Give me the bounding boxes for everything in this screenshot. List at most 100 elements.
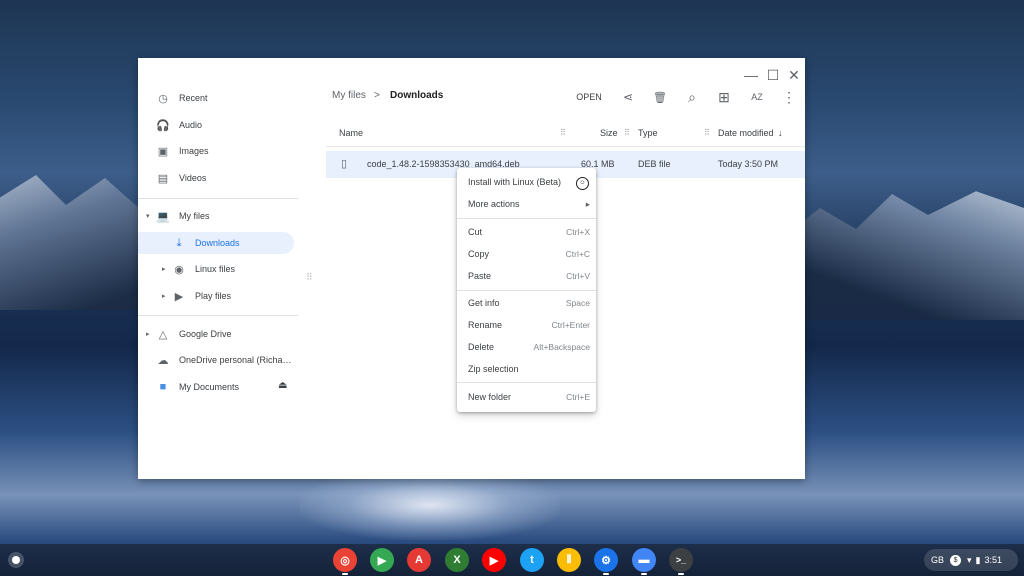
menu-item-rename[interactable]: Rename Ctrl+Enter xyxy=(457,314,596,336)
status-tray[interactable]: GB $ ▾ ▮ 3:51 xyxy=(924,549,1018,571)
column-resize-handle[interactable]: ⠿ xyxy=(704,128,710,137)
open-button[interactable]: OPEN xyxy=(572,86,606,108)
menu-item-label: Zip selection xyxy=(468,364,519,374)
sidebar-item-label: Recent xyxy=(179,93,208,103)
column-date-modified[interactable]: Date modified xyxy=(718,128,774,138)
sidebar-item-my-files[interactable]: 💻 My files xyxy=(156,205,209,227)
files-icon[interactable]: ▬ xyxy=(632,548,656,572)
expand-arrow-icon[interactable]: ▸ xyxy=(162,292,166,300)
folder-icon: ■ xyxy=(159,381,167,393)
keyboard-layout-indicator: GB xyxy=(931,555,945,565)
grid-view-icon[interactable]: ⊞ xyxy=(713,86,735,108)
file-icon: ▯ xyxy=(341,158,348,170)
menu-item-get-info[interactable]: Get info Space xyxy=(457,292,596,314)
menu-item-label: Get info xyxy=(468,298,500,308)
mouse-cursor-icon: ☺ xyxy=(576,177,589,190)
menu-item-label: Delete xyxy=(468,342,495,352)
eject-icon[interactable]: ⏏ xyxy=(278,380,287,391)
sidebar-item-label: Play files xyxy=(195,291,232,301)
menu-item-shortcut: Space xyxy=(565,298,590,308)
sidebar-item-onedrive[interactable]: ☁ OneDrive personal (Richa… xyxy=(156,349,292,371)
sidebar-divider xyxy=(138,198,298,199)
menu-item-paste[interactable]: Paste Ctrl+V xyxy=(457,265,596,287)
sidebar-resize-handle[interactable]: ⠿ xyxy=(306,272,313,283)
sort-icon[interactable]: AZ xyxy=(746,86,768,108)
sidebar-item-label: Images xyxy=(179,146,209,156)
sidebar-item-label: Videos xyxy=(179,173,207,183)
expand-arrow-icon[interactable]: ▸ xyxy=(146,330,150,338)
sidebar-item-videos[interactable]: ▤ Videos xyxy=(156,167,207,189)
wallpaper-lake-reflection xyxy=(300,470,560,540)
sidebar-divider xyxy=(138,315,298,316)
sidebar-item-label: Linux files xyxy=(195,264,236,274)
breadcrumb-current: Downloads xyxy=(390,90,444,101)
breadcrumb-my-files[interactable]: My files xyxy=(332,90,366,101)
terminal-icon[interactable]: >_ xyxy=(669,548,693,572)
laptop-icon: 💻 xyxy=(156,210,170,223)
context-menu: Install with Linux (Beta) More actions ▸… xyxy=(457,168,596,412)
sidebar-item-linux-files[interactable]: ◉ Linux files xyxy=(172,258,235,280)
close-button[interactable]: ✕ xyxy=(783,64,805,86)
sidebar-item-play-files[interactable]: ▶ Play files xyxy=(172,285,231,307)
wifi-icon: ▾ xyxy=(967,554,972,565)
xbox-icon[interactable]: X xyxy=(445,548,469,572)
clock-time: 3:51 xyxy=(984,555,1003,565)
sidebar-item-google-drive[interactable]: △ Google Drive xyxy=(156,323,232,345)
menu-item-copy[interactable]: Copy Ctrl+C xyxy=(457,243,596,265)
expand-arrow-icon[interactable]: ▸ xyxy=(162,265,166,273)
share-icon[interactable]: ⋖ xyxy=(617,86,639,108)
menu-item-label: Cut xyxy=(468,227,483,237)
sidebar-item-label: OneDrive personal (Richa… xyxy=(179,355,292,365)
sort-arrow-icon: ↓ xyxy=(778,128,783,138)
sidebar-item-audio[interactable]: 🎧 Audio xyxy=(156,114,202,136)
menu-item-zip[interactable]: Zip selection xyxy=(457,358,596,380)
shelf: ◎ ▶ A X ▶ t ⦀ ⚙ ▬ >_ GB $ ▾ ▮ 3:51 xyxy=(0,544,1024,576)
menu-item-label: New folder xyxy=(468,392,512,402)
column-resize-handle[interactable]: ⠿ xyxy=(560,128,566,137)
drive-icon: △ xyxy=(158,328,168,341)
sidebar-item-downloads[interactable]: ⤓ Downloads xyxy=(138,232,294,254)
menu-divider xyxy=(457,382,596,383)
sidebar-item-images[interactable]: ▣ Images xyxy=(156,140,209,162)
running-indicator xyxy=(603,573,609,575)
acrobat-icon[interactable]: A xyxy=(407,548,431,572)
column-type[interactable]: Type xyxy=(638,128,658,138)
menu-item-cut[interactable]: Cut Ctrl+X xyxy=(457,221,596,243)
sidebar-item-label: Downloads xyxy=(195,238,240,248)
menu-item-shortcut: Ctrl+C xyxy=(565,249,590,259)
menu-item-label: Rename xyxy=(468,320,503,330)
menu-item-shortcut: Ctrl+V xyxy=(566,271,590,281)
column-size[interactable]: Size xyxy=(600,128,618,138)
delete-icon[interactable]: 🗑 xyxy=(649,86,671,108)
settings-icon[interactable]: ⚙ xyxy=(594,548,618,572)
menu-item-new-folder[interactable]: New folder Ctrl+E xyxy=(457,386,596,408)
film-icon: ▤ xyxy=(157,172,169,185)
minimize-button[interactable]: — xyxy=(740,64,762,86)
menu-item-label: More actions xyxy=(468,199,520,209)
column-resize-handle[interactable]: ⠿ xyxy=(624,128,630,137)
running-indicator xyxy=(342,573,348,575)
menu-item-more-actions[interactable]: More actions ▸ xyxy=(457,193,596,215)
sidebar-item-my-documents[interactable]: ■ My Documents xyxy=(156,376,239,398)
collapse-arrow-icon[interactable]: ▾ xyxy=(146,212,150,220)
more-options-icon[interactable]: ⋮ xyxy=(778,86,800,108)
twitter-icon[interactable]: t xyxy=(520,548,544,572)
header-divider xyxy=(326,146,805,147)
menu-item-label: Paste xyxy=(468,271,492,281)
sidebar-item-recent[interactable]: ◷ Recent xyxy=(156,87,208,109)
sidebar-item-label: Audio xyxy=(179,120,203,130)
column-name[interactable]: Name xyxy=(339,128,363,138)
maximize-button[interactable]: ☐ xyxy=(762,64,784,86)
play-store-icon[interactable]: ▶ xyxy=(370,548,394,572)
running-indicator xyxy=(678,573,684,575)
podcasts-icon[interactable]: ⦀ xyxy=(557,548,581,572)
menu-item-delete[interactable]: Delete Alt+Backspace xyxy=(457,336,596,358)
youtube-icon[interactable]: ▶ xyxy=(482,548,506,572)
launcher-button[interactable] xyxy=(8,552,24,568)
search-icon[interactable]: ⌕ xyxy=(681,86,703,108)
image-icon: ▣ xyxy=(157,145,169,158)
menu-item-shortcut: Alt+Backspace xyxy=(533,342,590,352)
file-date: Today 3:50 PM xyxy=(718,159,779,169)
chrome-icon[interactable]: ◎ xyxy=(333,548,357,572)
breadcrumb-separator-icon: > xyxy=(374,90,380,101)
